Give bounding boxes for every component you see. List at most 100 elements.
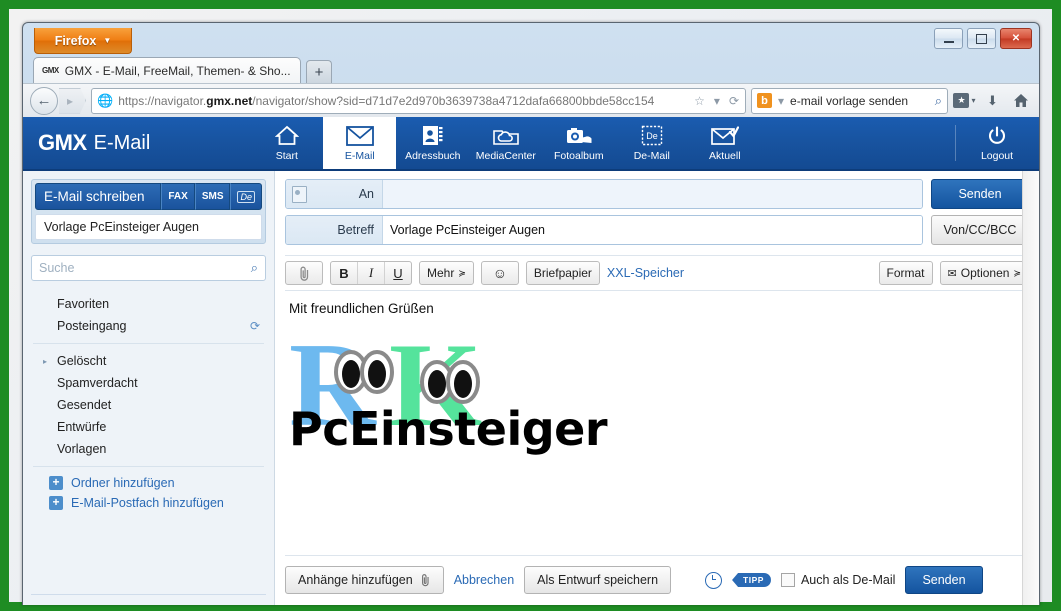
chevron-down-icon: ≽ <box>1013 268 1021 279</box>
minimize-button[interactable] <box>934 28 963 49</box>
chevron-right-icon[interactable]: ▸ <box>43 357 47 366</box>
sidebar-item-geloescht[interactable]: ▸ Gelöscht <box>31 350 266 372</box>
subject-field[interactable]: Betreff Vorlage PcEinsteiger Augen <box>285 215 923 245</box>
firefox-menu-button[interactable]: Firefox ▼ <box>34 28 132 54</box>
chevron-down-icon: ▾ <box>971 96 975 105</box>
add-attachments-button[interactable]: Anhänge hinzufügen <box>285 566 444 594</box>
sidebar-item-favoriten[interactable]: Favoriten <box>31 293 266 315</box>
options-button[interactable]: ✉ Optionen ≽ <box>940 261 1029 285</box>
compose-sms-button[interactable]: SMS <box>195 183 231 210</box>
subject-input[interactable]: Vorlage PcEinsteiger Augen <box>383 216 922 244</box>
add-folder-link[interactable]: + Ordner hinzufügen <box>31 473 266 493</box>
nav-item-demail[interactable]: De De-Mail <box>615 117 688 169</box>
folder-label: Gesendet <box>57 398 111 412</box>
sidebar-search-input[interactable]: Suche ⌕ <box>31 255 266 281</box>
url-bar[interactable]: 🌐 https://navigator.gmx.net/navigator/sh… <box>91 88 746 114</box>
chevron-down-icon[interactable]: ▾ <box>712 94 722 108</box>
browser-tab[interactable]: GMX GMX - E-Mail, FreeMail, Themen- & Sh… <box>33 57 301 83</box>
sidebar-item-entwuerfe[interactable]: Entwürfe <box>31 416 266 438</box>
nav-item-fotoalbum[interactable]: Fotoalbum <box>542 117 615 169</box>
logout-container: Logout <box>969 117 1025 169</box>
bing-search-engine-icon[interactable]: b <box>757 93 772 108</box>
save-draft-button[interactable]: Als Entwurf speichern <box>524 566 671 594</box>
stationery-button[interactable]: Briefpapier <box>526 261 600 285</box>
bookmark-star-icon[interactable]: ☆ <box>692 94 707 108</box>
italic-button[interactable]: I <box>358 262 385 284</box>
chevron-down-icon: ≽ <box>458 268 466 279</box>
xxl-storage-link[interactable]: XXL-Speicher <box>607 266 684 280</box>
folder-label: Gelöscht <box>57 354 106 368</box>
cancel-link[interactable]: Abbrechen <box>454 573 514 587</box>
url-domain: gmx.net <box>206 94 252 108</box>
open-draft-item[interactable]: Vorlage PcEinsteiger Augen <box>35 214 262 240</box>
search-placeholder: Suche <box>39 261 74 275</box>
format-button[interactable]: Format <box>879 261 933 285</box>
bold-button[interactable]: B <box>331 262 358 284</box>
send-button-top[interactable]: Senden <box>931 179 1029 209</box>
message-body-editor[interactable]: Mit freundlichen Grüßen R K <box>285 291 1029 555</box>
nav-item-start[interactable]: Start <box>250 117 323 169</box>
reload-icon[interactable]: ⟳ <box>727 94 741 108</box>
compose-email-button[interactable]: E-Mail schreiben <box>35 183 161 210</box>
close-button[interactable]: ✕ <box>1000 28 1032 49</box>
search-bar[interactable]: b ▾ e-mail vorlage senden ⌕ <box>751 88 948 114</box>
tab-title: GMX - E-Mail, FreeMail, Themen- & Sho... <box>65 64 291 78</box>
sidebar-item-posteingang[interactable]: Posteingang ⟳ <box>31 315 266 337</box>
cloud-icon <box>493 125 519 147</box>
home-button[interactable] <box>1009 89 1032 113</box>
demail-checkbox[interactable] <box>781 573 795 587</box>
nav-item-logout[interactable]: Logout <box>969 125 1025 162</box>
more-label: Mehr <box>427 266 454 280</box>
underline-button[interactable]: U <box>385 262 411 284</box>
clock-icon[interactable] <box>705 572 722 589</box>
chevron-down-icon[interactable]: ▾ <box>776 94 786 108</box>
to-input[interactable] <box>383 180 922 208</box>
back-button[interactable]: ← <box>30 87 58 115</box>
url-text: https://navigator.gmx.net/navigator/show… <box>118 94 687 108</box>
paperclip-icon <box>420 573 431 587</box>
gmx-logo[interactable]: GMX E-Mail <box>23 117 150 169</box>
to-field[interactable]: An <box>285 179 923 209</box>
addressbook-icon[interactable] <box>292 186 307 203</box>
nav-item-aktuell[interactable]: Aktuell <box>688 117 761 169</box>
nav-item-email[interactable]: E-Mail <box>323 117 396 169</box>
minimize-icon <box>944 41 954 43</box>
folder-label: Spamverdacht <box>57 376 138 390</box>
demail-checkbox-row[interactable]: Auch als De-Mail <box>781 573 895 587</box>
add-mailbox-link[interactable]: + E-Mail-Postfach hinzufügen <box>31 493 266 513</box>
paperclip-icon <box>298 266 311 281</box>
nav-item-mediacenter[interactable]: MediaCenter <box>469 117 542 169</box>
new-tab-button[interactable]: + <box>306 60 332 83</box>
send-button-bottom[interactable]: Senden <box>905 566 982 594</box>
chevron-down-icon: ▼ <box>103 36 111 45</box>
options-label: Optionen <box>961 266 1010 280</box>
bookmarks-menu-button[interactable]: ★ ▾ <box>953 89 976 113</box>
titlebar: Firefox ▼ ✕ <box>23 23 1039 57</box>
attach-icon-button[interactable] <box>285 261 323 285</box>
sidebar-item-spamverdacht[interactable]: Spamverdacht <box>31 372 266 394</box>
folder-label: Favoriten <box>57 297 109 311</box>
emoji-button[interactable]: ☺ <box>481 261 519 285</box>
nav-label: Aktuell <box>709 150 741 162</box>
site-identity-globe-icon: 🌐 <box>97 93 113 109</box>
search-icon[interactable]: ⌕ <box>935 93 942 109</box>
search-icon[interactable]: ⌕ <box>251 260 258 276</box>
close-icon: ✕ <box>1012 33 1020 44</box>
divider <box>33 466 264 467</box>
subject-label-text: Betreff <box>337 223 374 237</box>
refresh-icon[interactable]: ⟳ <box>250 319 260 333</box>
von-cc-bcc-button[interactable]: Von/CC/BCC <box>931 215 1029 245</box>
compose-demail-button[interactable]: De <box>230 183 262 210</box>
compose-fax-button[interactable]: FAX <box>161 183 194 210</box>
sidebar-item-vorlagen[interactable]: Vorlagen <box>31 438 266 460</box>
more-format-button[interactable]: Mehr ≽ <box>419 261 474 285</box>
window-controls: ✕ <box>934 28 1032 49</box>
nav-item-adressbuch[interactable]: Adressbuch <box>396 117 469 169</box>
maximize-button[interactable] <box>967 28 996 49</box>
downloads-button[interactable]: ⬇ <box>981 89 1004 113</box>
sidebar-item-gesendet[interactable]: Gesendet <box>31 394 266 416</box>
to-field-row: An Senden <box>285 179 1029 209</box>
search-input-value[interactable]: e-mail vorlage senden <box>790 94 931 108</box>
page-scrollbar[interactable] <box>1022 171 1039 605</box>
forward-button[interactable]: ▸ <box>59 88 86 114</box>
